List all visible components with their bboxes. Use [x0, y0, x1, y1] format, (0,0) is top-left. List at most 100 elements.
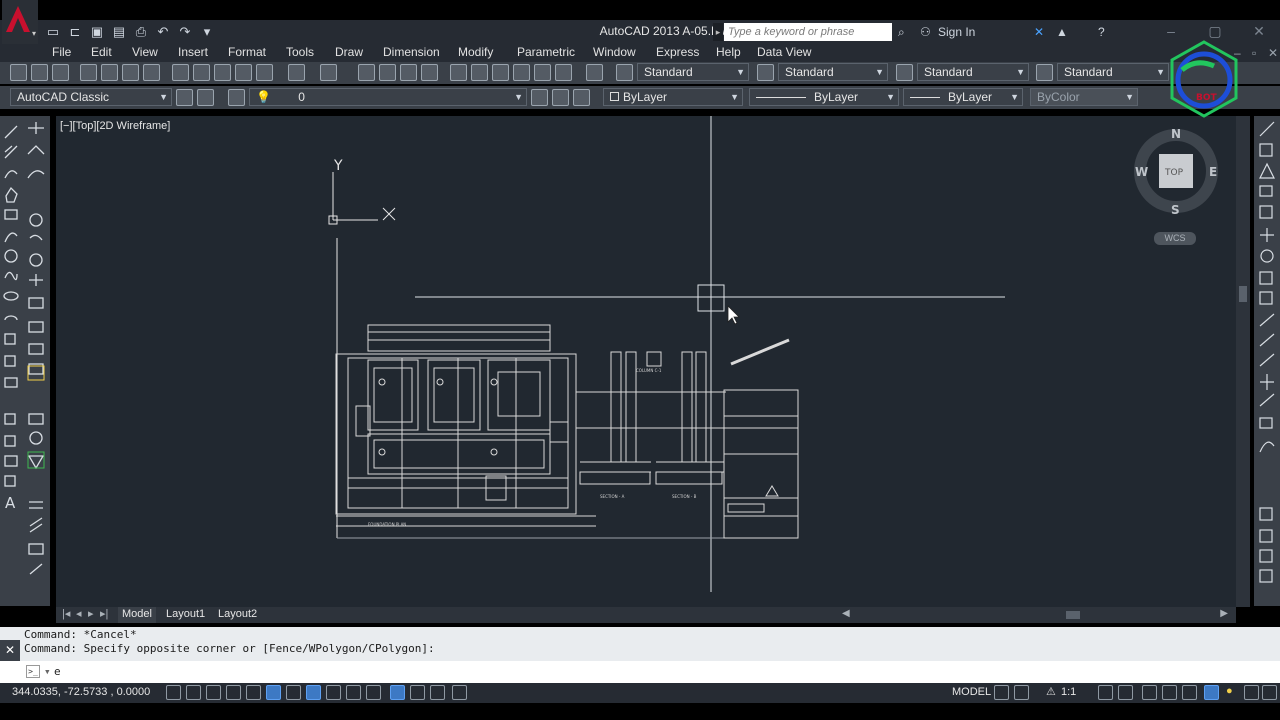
ortho-mode-icon[interactable]: [226, 685, 241, 700]
menu-view[interactable]: View: [132, 44, 158, 62]
redo-icon[interactable]: ↷: [176, 23, 194, 41]
command-input[interactable]: e: [54, 665, 61, 678]
isolate-objects-icon[interactable]: [1204, 685, 1219, 700]
command-close-icon[interactable]: ✕: [0, 640, 20, 660]
command-line[interactable]: >_ ▾ e: [0, 661, 1280, 683]
community-icon[interactable]: ▲: [1056, 22, 1068, 42]
pan-icon[interactable]: [358, 64, 375, 81]
dim-style-dropdown[interactable]: Standard ▼: [778, 63, 888, 81]
menu-express[interactable]: Express: [656, 44, 699, 62]
3d-object-snap-icon[interactable]: [286, 685, 301, 700]
close-button[interactable]: ✕: [1244, 20, 1274, 42]
save-as-icon[interactable]: ▤: [110, 23, 128, 41]
layer-previous-icon[interactable]: [552, 89, 569, 106]
quick-view-layouts-icon[interactable]: [994, 685, 1009, 700]
layer-states-icon[interactable]: [573, 89, 590, 106]
menu-dimension[interactable]: Dimension: [383, 44, 440, 62]
quickcalc-icon[interactable]: [555, 64, 572, 81]
markup-icon[interactable]: [534, 64, 551, 81]
design-center-icon[interactable]: [471, 64, 488, 81]
dim-style-icon[interactable]: [757, 64, 774, 81]
customize-qat-icon[interactable]: ▾: [198, 23, 216, 41]
clean-screen-icon[interactable]: [1244, 685, 1259, 700]
mdi-close-button[interactable]: ✕: [1268, 44, 1278, 62]
undo-tool-icon[interactable]: [288, 64, 305, 81]
recent-commands-icon[interactable]: ▾: [44, 665, 51, 678]
text-style-icon[interactable]: [616, 64, 633, 81]
compass-west[interactable]: W: [1135, 165, 1148, 179]
modify-tools-icons[interactable]: [1254, 116, 1280, 586]
block-editor-icon[interactable]: [256, 64, 273, 81]
zoom-window-icon[interactable]: [400, 64, 417, 81]
zoom-previous-icon[interactable]: [421, 64, 438, 81]
menu-tools[interactable]: Tools: [286, 44, 314, 62]
mdi-restore-button[interactable]: ▫: [1252, 44, 1256, 62]
search-input[interactable]: Type a keyword or phrase: [724, 23, 892, 41]
exchange-icon[interactable]: ✕: [1034, 22, 1044, 42]
vertical-scrollbar[interactable]: [1236, 116, 1250, 607]
dynamic-input-icon[interactable]: [346, 685, 361, 700]
menu-window[interactable]: Window: [593, 44, 636, 62]
help-tool-icon[interactable]: [586, 64, 603, 81]
lineweight-dropdown[interactable]: ByLayer ▼: [903, 88, 1023, 106]
plotstyle-dropdown[interactable]: ByColor ▼: [1030, 88, 1138, 106]
table-style-dropdown[interactable]: Standard ▼: [917, 63, 1029, 81]
transparency-icon[interactable]: [390, 685, 405, 700]
new-drawing-icon[interactable]: [10, 64, 27, 81]
search-expand-icon[interactable]: ▸: [713, 23, 723, 41]
match-properties-icon[interactable]: [235, 64, 252, 81]
tool-palettes-icon[interactable]: [492, 64, 509, 81]
menu-modify[interactable]: Modify: [458, 44, 493, 62]
scroll-left-icon[interactable]: ◀: [842, 608, 850, 619]
save-icon[interactable]: ▣: [88, 23, 106, 41]
plot-preview-icon[interactable]: [101, 64, 118, 81]
lightbulb-status-icon[interactable]: ●: [1226, 685, 1233, 697]
make-current-icon[interactable]: [531, 89, 548, 106]
table-style-icon[interactable]: [896, 64, 913, 81]
menu-edit[interactable]: Edit: [91, 44, 112, 62]
maximize-button[interactable]: ▢: [1200, 20, 1230, 42]
tab-layout1[interactable]: Layout1: [162, 607, 209, 623]
print-icon[interactable]: ⎙: [132, 23, 150, 41]
infer-constraints-icon[interactable]: [166, 685, 181, 700]
autocad-logo-icon[interactable]: ▾: [2, 0, 38, 44]
quick-view-drawings-icon[interactable]: [1014, 685, 1029, 700]
workspace-switching-icon[interactable]: [1142, 685, 1157, 700]
vertical-scroll-thumb[interactable]: [1239, 286, 1247, 302]
binoculars-icon[interactable]: ⌕: [898, 22, 905, 42]
compass-east[interactable]: E: [1209, 165, 1217, 179]
linetype-dropdown[interactable]: ByLayer ▼: [749, 88, 899, 106]
polar-tracking-icon[interactable]: [246, 685, 261, 700]
horizontal-scroll-thumb[interactable]: [1066, 611, 1080, 619]
tab-layout2[interactable]: Layout2: [214, 607, 261, 623]
menu-help[interactable]: Help: [716, 44, 741, 62]
menu-draw[interactable]: Draw: [335, 44, 363, 62]
mleader-style-icon[interactable]: [1036, 64, 1053, 81]
compass-south[interactable]: S: [1171, 203, 1180, 217]
wcs-menu[interactable]: WCS: [1154, 232, 1196, 245]
lock-ui-icon[interactable]: [1162, 685, 1177, 700]
redo-tool-icon[interactable]: [320, 64, 337, 81]
new-icon[interactable]: ▭: [44, 23, 62, 41]
mleader-style-dropdown[interactable]: Standard ▼: [1057, 63, 1169, 81]
help-icon[interactable]: ?: [1098, 22, 1105, 42]
menu-insert[interactable]: Insert: [178, 44, 208, 62]
quick-properties-icon[interactable]: [410, 685, 425, 700]
scroll-right-icon[interactable]: ▶: [1220, 608, 1228, 619]
open-drawing-icon[interactable]: [31, 64, 48, 81]
annotation-monitor-icon[interactable]: [452, 685, 467, 700]
snap-mode-icon[interactable]: [186, 685, 201, 700]
publish-icon[interactable]: [122, 64, 139, 81]
properties-icon[interactable]: [450, 64, 467, 81]
drawing-canvas[interactable]: [−][Top][2D Wireframe] FOUNDATION PLAN C…: [56, 116, 1236, 607]
sheet-set-icon[interactable]: [513, 64, 530, 81]
color-dropdown[interactable]: ByLayer ▼: [603, 88, 743, 106]
menu-format[interactable]: Format: [228, 44, 266, 62]
compass-north[interactable]: N: [1171, 127, 1181, 141]
text-style-dropdown[interactable]: Standard ▼: [637, 63, 749, 81]
horizontal-scrollbar[interactable]: ◀ ▶: [840, 608, 1230, 622]
menu-data-view[interactable]: Data View: [757, 44, 811, 62]
layer-properties-icon[interactable]: [228, 89, 245, 106]
tab-model[interactable]: Model: [118, 607, 156, 623]
save-drawing-icon[interactable]: [52, 64, 69, 81]
